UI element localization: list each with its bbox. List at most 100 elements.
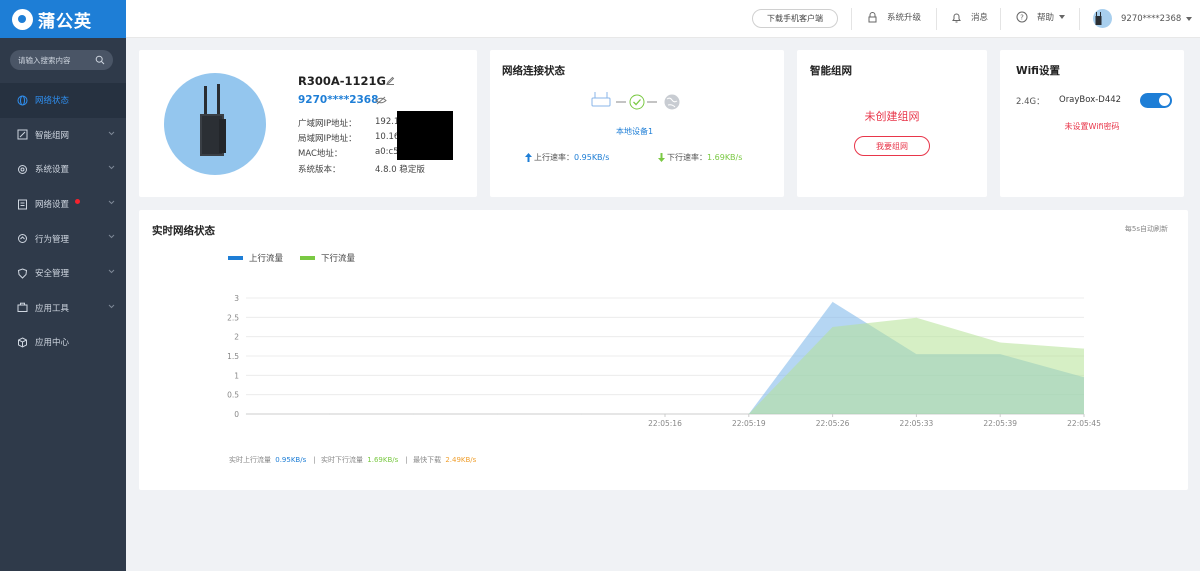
legend-label: 下行流量 xyxy=(321,254,356,264)
wifi-ssid: OrayBox-D442 xyxy=(1059,95,1122,105)
help-icon: ? xyxy=(1016,11,1028,23)
stat-label: 最快下载 xyxy=(413,456,442,464)
sidebar-nav: 网络状态 智能组网 系统设置 网络设置 行为管理 安全管理 应用工具 应用中心 xyxy=(0,83,126,360)
field-value: a0:c5 xyxy=(375,147,399,157)
stat-separator: | xyxy=(313,456,316,464)
sidebar-item-security[interactable]: 安全管理 xyxy=(0,256,126,291)
sidebar-item-smart-network[interactable]: 智能组网 xyxy=(0,118,126,153)
device-card: R300A-1121G 9270****2368 广域网IP地址： 192.1 … xyxy=(139,50,477,197)
divider xyxy=(1000,8,1001,30)
local-device-link[interactable]: 本地设备1 xyxy=(616,126,653,137)
sidebar-item-system-settings[interactable]: 系统设置 xyxy=(0,152,126,187)
field-label: 局域网IP地址： xyxy=(298,134,357,144)
chevron-down-icon xyxy=(108,200,115,204)
field-value: 10.16 xyxy=(375,132,400,142)
sidebar-item-behavior[interactable]: 行为管理 xyxy=(0,221,126,256)
download-app-button[interactable]: 下载手机客户端 xyxy=(752,9,838,28)
legend-swatch xyxy=(300,256,315,260)
divider xyxy=(936,8,937,30)
user-menu[interactable]: 9270****2368 xyxy=(1093,9,1200,28)
legend-download[interactable]: 下行流量 xyxy=(300,252,355,264)
network-icon xyxy=(17,129,28,140)
sidebar-item-label: 系统设置 xyxy=(35,165,70,176)
card-title: Wifi设置 xyxy=(1016,65,1060,77)
x-tick-label: 22:05:26 xyxy=(816,419,850,428)
messages-label: 消息 xyxy=(971,13,989,23)
y-tick-label: 3 xyxy=(234,294,239,303)
divider xyxy=(851,8,852,30)
field-value: 4.8.0 稳定版 xyxy=(375,165,425,175)
logo-icon xyxy=(12,8,33,30)
x-tick-label: 22:05:16 xyxy=(648,419,682,428)
logo[interactable]: 蒲公英 xyxy=(0,0,126,38)
caret-down-icon xyxy=(1059,15,1066,19)
stat-separator: | xyxy=(405,456,408,464)
sidebar-item-label: 行为管理 xyxy=(35,234,70,245)
search-icon[interactable] xyxy=(95,55,105,65)
divider xyxy=(1079,8,1080,30)
shield-icon xyxy=(17,268,28,279)
arrow-up-icon xyxy=(525,153,532,162)
system-upgrade-button[interactable]: 系统升级 xyxy=(867,11,921,23)
legend-swatch xyxy=(228,256,243,260)
stat-label: 实时下行流量 xyxy=(321,456,364,464)
chevron-down-icon xyxy=(108,269,115,274)
field-label: 广域网IP地址： xyxy=(298,119,357,129)
x-tick-label: 22:05:33 xyxy=(900,419,934,428)
traffic-chart: 0 0.5 1 1.5 2 2.5 3 22:05:16 22:05:19 22:05:26 22:… xyxy=(227,294,1101,428)
notification-dot xyxy=(75,198,80,204)
y-tick-label: 1.5 xyxy=(227,352,239,361)
connection-card: 网络连接状态 本地设备1 上行速率： 0.95KB/s 下行速率： 1.69KB… xyxy=(490,50,784,197)
search-input[interactable] xyxy=(18,55,90,65)
caret-down-icon xyxy=(1186,16,1193,21)
messages-button[interactable]: 消息 xyxy=(951,11,988,23)
cube-icon xyxy=(18,337,27,348)
behavior-icon xyxy=(18,234,27,244)
user-name: 9270****2368 xyxy=(1121,13,1182,24)
wifi-password-warning[interactable]: 未设置Wifi密码 xyxy=(1000,121,1184,132)
card-title: 网络连接状态 xyxy=(502,65,565,77)
sidebar-item-label: 网络状态 xyxy=(35,96,70,107)
stat-label: 实时上行流量 xyxy=(229,456,271,464)
chevron-down-icon xyxy=(108,165,115,170)
sidebar-item-label: 智能组网 xyxy=(35,130,70,141)
connection-diagram xyxy=(591,92,680,110)
x-tick-label: 22:05:39 xyxy=(983,419,1017,428)
realtime-card: 实时网络状态 每5s自动刷新 上行流量 下行流量 0 0.5 1 1.5 2 2.5 3 22… xyxy=(139,210,1188,490)
eye-hidden-icon[interactable] xyxy=(375,96,387,105)
device-id: 9270****2368 xyxy=(298,94,379,106)
document-icon xyxy=(18,199,27,210)
field-label: MAC地址： xyxy=(298,149,343,159)
sidebar-item-tools[interactable]: 应用工具 xyxy=(0,291,126,326)
series-area-download xyxy=(246,317,1084,414)
sidebar: 蒲公英 网络状态 智能组网 系统设置 网络设置 行为管理 xyxy=(0,0,126,571)
download-rate: 下行速率： 1.69KB/s xyxy=(658,152,742,163)
create-network-button[interactable]: 我要组网 xyxy=(854,136,930,156)
upgrade-icon xyxy=(868,11,877,22)
realtime-stats: 实时上行流量 0.95KB/s | 实时下行流量 1.69KB/s | 最快下载… xyxy=(229,455,478,465)
sidebar-item-label: 网络设置 xyxy=(35,200,70,211)
help-menu[interactable]: ? 帮助 xyxy=(1016,11,1074,23)
redaction-block xyxy=(397,111,453,160)
sidebar-item-app-center[interactable]: 应用中心 xyxy=(0,325,126,360)
legend-upload[interactable]: 上行流量 xyxy=(228,252,283,264)
sidebar-search[interactable] xyxy=(10,50,113,70)
brand-name: 蒲公英 xyxy=(38,11,92,32)
x-tick-label: 22:05:45 xyxy=(1067,419,1101,428)
stat-value: 1.69KB/s xyxy=(367,456,399,464)
smart-network-card: 智能组网 未创建组网 我要组网 xyxy=(797,50,987,197)
wifi-toggle[interactable] xyxy=(1140,93,1172,108)
wifi-band: 2.4G： xyxy=(1016,97,1045,107)
sidebar-item-network-settings[interactable]: 网络设置 xyxy=(0,187,126,222)
y-tick-label: 0.5 xyxy=(227,391,239,400)
x-tick-label: 22:05:19 xyxy=(732,419,766,428)
globe-icon xyxy=(17,95,28,106)
legend-label: 上行流量 xyxy=(249,254,284,264)
card-title: 实时网络状态 xyxy=(152,225,215,237)
edit-icon[interactable] xyxy=(386,76,395,85)
field-label: 系统版本： xyxy=(298,165,341,175)
router-icon xyxy=(200,84,226,156)
y-tick-label: 0 xyxy=(234,410,239,419)
wifi-card: Wifi设置 2.4G： OrayBox-D442 未设置Wifi密码 xyxy=(1000,50,1184,197)
sidebar-item-network-status[interactable]: 网络状态 xyxy=(0,83,126,118)
